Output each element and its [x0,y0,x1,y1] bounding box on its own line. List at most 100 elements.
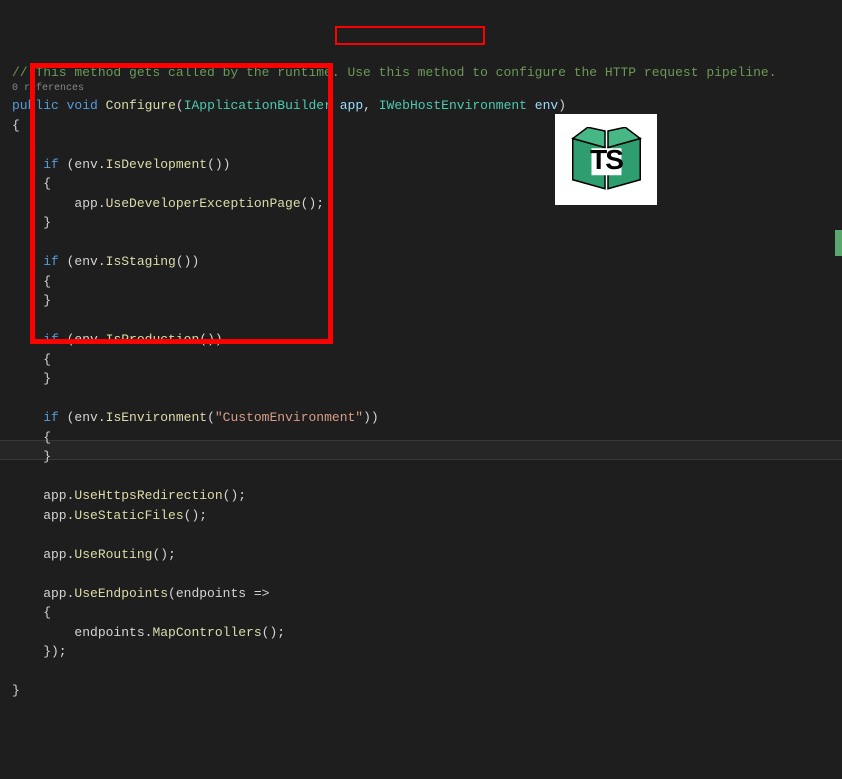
code-line[interactable]: app.UseEndpoints(endpoints => [0,584,842,604]
token-comment: // This method gets called by the runtim… [12,65,777,80]
token-keyword: if [43,254,59,269]
token-plain: app. [12,196,106,211]
code-line[interactable]: // This method gets called by the runtim… [0,63,842,83]
code-line[interactable]: { [0,428,842,448]
token-plain: ( [176,98,184,113]
token-plain: }); [12,644,67,659]
token-plain: ()) [207,157,230,172]
code-line[interactable]: app.UseStaticFiles(); [0,506,842,526]
scrollbar-marker [835,230,842,256]
token-method: IsStaging [106,254,176,269]
code-line[interactable]: app.UseRouting(); [0,545,842,565]
token-string: "CustomEnvironment" [215,410,363,425]
watermark-logo: TS [555,114,657,205]
code-line[interactable]: } [0,291,842,311]
code-line[interactable]: app.UseDeveloperExceptionPage(); [0,194,842,214]
token-plain: app. [12,508,74,523]
code-line[interactable]: if (env.IsDevelopment()) [0,155,842,175]
token-keyword: if [43,410,59,425]
token-plain: { [12,274,51,289]
token-plain [12,410,43,425]
code-line[interactable] [0,311,842,331]
code-line[interactable]: public void Configure(IApplicationBuilde… [0,96,842,116]
code-line[interactable]: { [0,350,842,370]
token-plain [332,98,340,113]
code-line[interactable]: { [0,603,842,623]
token-plain: app. [12,586,74,601]
token-plain [527,98,535,113]
token-method: UseDeveloperExceptionPage [106,196,301,211]
token-plain [12,332,43,347]
token-plain: (env. [59,254,106,269]
token-plain: { [12,118,20,133]
token-plain: (); [184,508,207,523]
code-line[interactable]: }); [0,642,842,662]
code-line[interactable] [0,564,842,584]
token-plain [59,98,67,113]
code-line[interactable]: { [0,116,842,136]
token-method: UseRouting [74,547,152,562]
token-plain: )) [363,410,379,425]
code-line[interactable]: if (env.IsProduction()) [0,330,842,350]
token-param: env [535,98,558,113]
token-plain: { [12,605,51,620]
token-plain: (env. [59,332,106,347]
code-line[interactable]: } [0,369,842,389]
token-method: Configure [106,98,176,113]
code-line[interactable]: } [0,447,842,467]
code-line[interactable]: } [0,681,842,701]
token-plain: endpoints. [12,625,152,640]
code-editor[interactable]: // This method gets called by the runtim… [0,0,842,557]
code-line[interactable] [0,525,842,545]
token-method: UseStaticFiles [74,508,183,523]
token-keyword: void [67,98,98,113]
code-content[interactable]: // This method gets called by the runtim… [0,63,842,701]
code-line[interactable] [0,467,842,487]
code-line[interactable]: { [0,272,842,292]
token-plain: (); [262,625,285,640]
token-keyword: if [43,157,59,172]
token-plain: } [12,215,51,230]
token-plain: { [12,430,51,445]
code-line[interactable] [0,389,842,409]
token-method: UseEndpoints [74,586,168,601]
token-type: IWebHostEnvironment [379,98,527,113]
code-line[interactable]: if (env.IsEnvironment("CustomEnvironment… [0,408,842,428]
token-plain: ()) [199,332,222,347]
token-plain: ) [558,98,566,113]
token-method: IsDevelopment [106,157,207,172]
code-line[interactable]: if (env.IsStaging()) [0,252,842,272]
logo-text: TS [590,144,622,176]
token-keyword: if [43,332,59,347]
token-plain [98,98,106,113]
token-plain [12,157,43,172]
code-line[interactable]: endpoints.MapControllers(); [0,623,842,643]
annotation-box-parameter [335,26,485,45]
code-line[interactable]: } [0,213,842,233]
token-plain: , [363,98,379,113]
token-keyword: public [12,98,59,113]
token-plain: ( [207,410,215,425]
codelens-references[interactable]: 0 references [0,82,842,96]
token-plain: ()) [176,254,199,269]
token-plain: (); [223,488,246,503]
code-line[interactable] [0,233,842,253]
token-plain: { [12,352,51,367]
token-plain: app. [12,547,74,562]
token-plain: } [12,449,51,464]
code-line[interactable]: { [0,174,842,194]
token-type: IApplicationBuilder [184,98,332,113]
code-line[interactable] [0,135,842,155]
token-plain: (endpoints => [168,586,269,601]
token-param: app [340,98,363,113]
token-method: UseHttpsRedirection [74,488,222,503]
token-plain: (env. [59,157,106,172]
code-line[interactable]: app.UseHttpsRedirection(); [0,486,842,506]
token-plain: app. [12,488,74,503]
token-method: IsEnvironment [106,410,207,425]
token-method: IsProduction [106,332,200,347]
token-plain: (); [301,196,324,211]
token-plain: (); [152,547,175,562]
code-line[interactable] [0,662,842,682]
token-plain: { [12,176,51,191]
